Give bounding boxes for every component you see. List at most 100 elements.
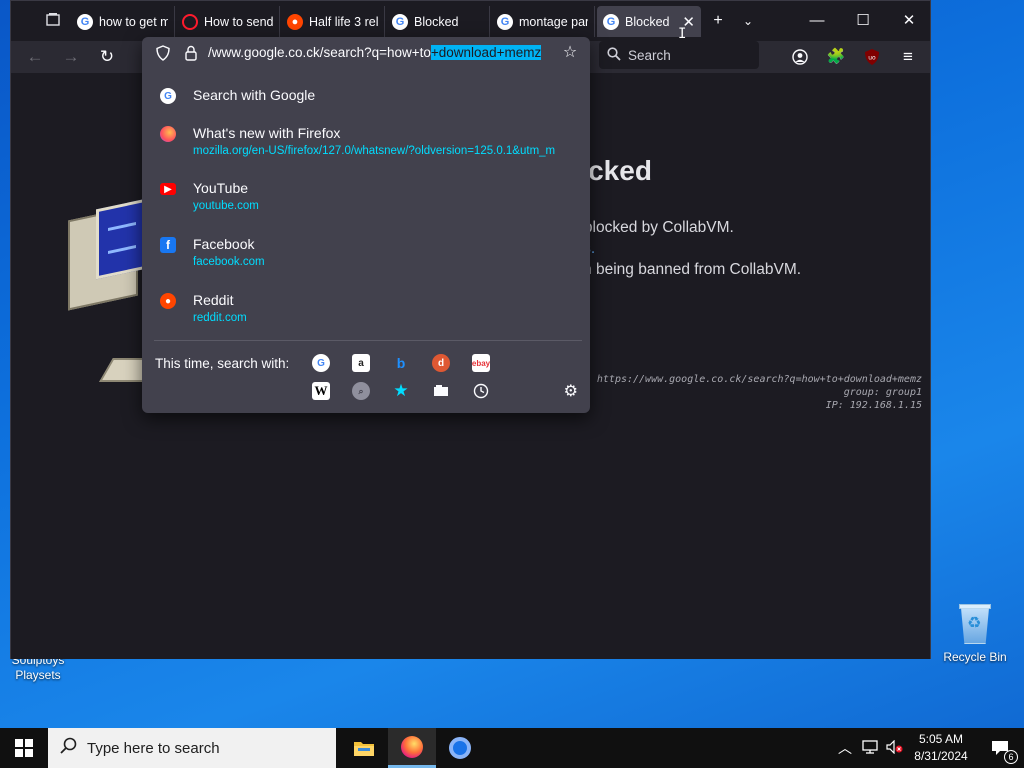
suggestion-title: YouTube	[193, 180, 249, 196]
volume-muted-icon[interactable]	[886, 739, 904, 757]
recycle-bin-icon: ♻	[955, 602, 995, 646]
ip-info: IP: 192.168.1.15	[825, 400, 922, 411]
bookmarks-icon[interactable]: ★	[392, 381, 410, 400]
tab[interactable]: G Blocked	[386, 6, 490, 37]
bookmark-star-icon[interactable]: ☆	[560, 43, 580, 63]
tab[interactable]: How to send	[176, 6, 280, 37]
forward-icon[interactable]: →	[57, 44, 85, 70]
divider	[154, 340, 582, 341]
chrome-taskbar-button[interactable]	[436, 728, 484, 768]
new-tab-icon[interactable]: +	[705, 9, 731, 33]
reddit-icon: ●	[287, 13, 303, 30]
history-icon[interactable]	[472, 382, 490, 400]
tab[interactable]: G how to get m	[71, 6, 175, 37]
suggestion-url: mozilla.org/en-US/firefox/127.0/whatsnew…	[193, 145, 556, 157]
desktop-icon-label: Playsets	[15, 668, 61, 682]
suggestion-title: What's new with Firefox	[193, 125, 341, 141]
firefox-icon	[401, 735, 423, 758]
url-selected-text: +download+memz	[430, 45, 542, 60]
tab[interactable]: G montage par	[491, 6, 595, 37]
tab-title: how to get m	[99, 14, 168, 29]
back-icon[interactable]: ←	[21, 44, 49, 70]
suggestion-url: facebook.com	[193, 256, 265, 268]
menu-icon[interactable]: ≡	[894, 44, 922, 70]
svg-text:uo: uo	[868, 55, 876, 62]
tab-title: Half life 3 rel	[309, 14, 378, 29]
minimize-icon[interactable]: —	[794, 1, 840, 41]
wikipedia-icon[interactable]: W	[312, 382, 330, 400]
clock[interactable]: 5:05 AM 8/31/2024	[906, 731, 976, 765]
start-button[interactable]	[0, 728, 48, 768]
folder-icon	[354, 742, 374, 756]
notification-count: 6	[1004, 750, 1018, 764]
ublock-origin-icon[interactable]: uo	[858, 44, 886, 70]
url-input[interactable]: /www.google.co.ck/search?q=how+to+downlo…	[208, 45, 556, 63]
windows-logo-icon	[15, 739, 33, 757]
tab-bar: G how to get m How to send ● Half life 3…	[11, 1, 930, 41]
google-search-icon: G	[160, 88, 176, 104]
network-icon[interactable]	[862, 739, 878, 757]
url-bar[interactable]: /www.google.co.ck/search?q=how+to+downlo…	[142, 37, 590, 71]
tab[interactable]: ● Half life 3 rel	[281, 6, 385, 37]
facebook-icon: f	[160, 237, 176, 253]
gear-icon[interactable]: ⚙	[564, 381, 578, 401]
search-with-label: This time, search with:	[155, 356, 290, 371]
ebay-icon[interactable]: ebay	[472, 354, 490, 372]
firefox-taskbar-button[interactable]	[388, 728, 436, 768]
reload-icon[interactable]: ↻	[93, 44, 121, 70]
suggestion-item[interactable]: ● Reddit reddit.com	[142, 292, 590, 341]
google-icon: G	[77, 13, 93, 30]
reddit-icon: ●	[160, 293, 176, 309]
close-window-icon[interactable]: ✕	[886, 1, 932, 41]
suggestion-title: Facebook	[193, 236, 255, 252]
shield-icon[interactable]	[154, 45, 172, 64]
taskbar: Type here to search ︿ 5:05 AM 8/31/2024 …	[0, 728, 1024, 768]
tabs-icon[interactable]	[432, 382, 450, 400]
url-dropdown: /www.google.co.ck/search?q=how+to+downlo…	[142, 37, 590, 413]
suggestion-item[interactable]: What's new with Firefox mozilla.org/en-U…	[142, 125, 590, 174]
suggestion-item[interactable]: f Facebook facebook.com	[142, 236, 590, 285]
chrome-icon	[449, 737, 471, 759]
suggestion-item[interactable]: ▶ YouTube youtube.com	[142, 180, 590, 229]
firefox-icon	[160, 126, 176, 142]
url-text: /www.google.co.ck/search?q=how+to	[208, 45, 431, 60]
file-explorer-button[interactable]	[340, 728, 388, 768]
opera-icon	[182, 13, 198, 30]
google-icon[interactable]: G	[312, 354, 330, 372]
tab-title: Blocked	[414, 14, 459, 29]
recycle-bin[interactable]: ♻ Recycle Bin	[938, 602, 1012, 665]
amazon-icon[interactable]: a	[352, 354, 370, 372]
tab-title: How to send	[204, 14, 273, 29]
google-icon: G	[392, 13, 408, 30]
google-icon: G	[603, 13, 619, 30]
suggestion-title: Reddit	[193, 292, 234, 308]
suggestion-url: youtube.com	[193, 200, 259, 212]
search-box[interactable]: Search	[599, 41, 759, 69]
bing-icon[interactable]: b	[392, 354, 410, 372]
list-all-tabs-icon[interactable]	[41, 11, 65, 33]
youtube-icon: ▶	[160, 183, 176, 195]
tab-title: Blocked	[625, 14, 670, 29]
tab-title: montage par	[519, 14, 588, 29]
search-icon	[607, 46, 621, 64]
block-info: https://www.google.co.ck/search?q=how+to…	[597, 373, 922, 412]
group-info: group: group1	[843, 387, 922, 398]
notifications-button[interactable]: 6	[980, 728, 1020, 768]
text-cursor-icon: I	[678, 26, 687, 42]
lock-icon[interactable]	[182, 45, 200, 64]
extensions-icon[interactable]: 🧩	[822, 44, 850, 70]
chevron-up-icon[interactable]: ︿	[838, 738, 852, 758]
clock-time: 5:05 AM	[918, 732, 964, 746]
google-icon: G	[497, 13, 513, 30]
ban-warning: t in being banned from CollabVM.	[571, 261, 802, 278]
taskbar-search-placeholder: Type here to search	[87, 739, 220, 757]
chevron-down-icon[interactable]: ⌄	[735, 9, 761, 33]
account-icon[interactable]	[786, 44, 814, 70]
suggestion-url: reddit.com	[193, 312, 247, 324]
duckduckgo-icon[interactable]: d	[432, 354, 450, 372]
blocked-url: https://www.google.co.ck/search?q=how+to…	[596, 374, 922, 385]
blocked-message: n blocked by CollabVM.	[571, 219, 734, 236]
maximize-icon[interactable]: ☐	[840, 1, 886, 41]
taskbar-search[interactable]: Type here to search	[48, 728, 336, 768]
history-search-icon[interactable]: ⌕	[352, 382, 370, 400]
